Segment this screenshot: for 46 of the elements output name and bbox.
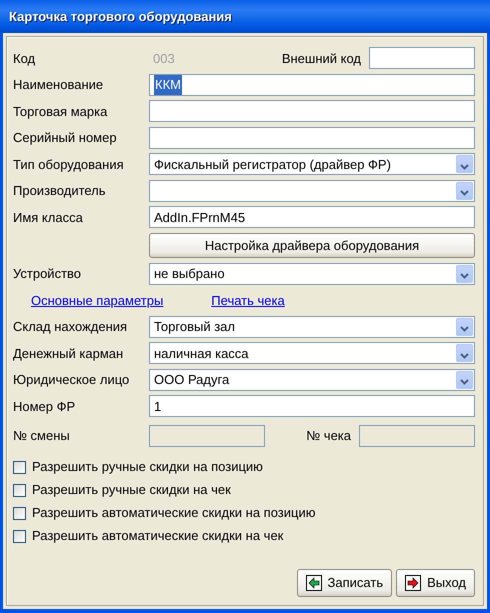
input-field[interactable]: AddIn.FPrnM45 [149, 206, 475, 228]
dropdown-field[interactable] [149, 180, 475, 202]
field-label: Наименование [13, 76, 104, 94]
field-label: Юридическое лицо [13, 371, 130, 389]
field-label: Склад нахождения [13, 318, 128, 336]
checkbox[interactable] [13, 530, 26, 542]
dropdown-field[interactable]: не выбрано [149, 262, 475, 285]
checkbox-label: Разрешить автоматические скидки на чек [32, 527, 284, 546]
checkbox[interactable] [13, 484, 26, 496]
field-label: Серийный номер [13, 129, 118, 147]
dropdown-field[interactable]: Фискальный регистратор (драйвер ФР) [149, 153, 475, 176]
input-field[interactable] [359, 424, 475, 446]
save-button[interactable]: Записать [296, 569, 392, 597]
field-label: № смены [13, 426, 71, 445]
checkbox[interactable] [13, 506, 26, 520]
field-label: Код [13, 50, 36, 68]
field-label: № чека [306, 426, 351, 445]
save-arrow-icon [306, 575, 322, 591]
field-label: Производитель [13, 182, 107, 200]
checkbox-label: Разрешить автоматические скидки на позицию [32, 504, 316, 522]
field-label: Имя класса [13, 208, 84, 226]
dropdown-field[interactable]: наличная касса [149, 342, 475, 364]
input-field[interactable] [149, 126, 475, 149]
field-label: Денежный карман [13, 344, 124, 363]
checkbox-label: Разрешить ручные скидки на чек [32, 481, 231, 500]
window-title: Карточка торгового оборудования [9, 8, 232, 26]
driver-settings-button[interactable]: Настройка драйвера оборудования [149, 233, 475, 258]
input-field[interactable] [369, 47, 475, 70]
field-label: Номер ФР [13, 398, 76, 416]
field-label: Устройство [13, 265, 82, 283]
code-value: 003 [152, 50, 176, 68]
checkbox[interactable] [13, 460, 26, 474]
tab-link[interactable]: Основные параметры [31, 290, 164, 310]
input-field[interactable]: 1 [149, 395, 475, 418]
checkbox-label: Разрешить ручные скидки на позицию [32, 458, 263, 476]
dropdown-field[interactable]: ООО Радуга [149, 368, 475, 391]
field-label: Тип оборудования [13, 156, 125, 174]
exit-arrow-icon [405, 575, 422, 591]
input-field[interactable] [149, 424, 265, 446]
dropdown-field[interactable]: Торговый зал [149, 316, 475, 338]
tab-link[interactable]: Печать чека [211, 290, 285, 310]
input-field[interactable]: ККМ [149, 74, 475, 96]
exit-button[interactable]: Выход [396, 569, 475, 597]
input-field[interactable] [149, 100, 475, 122]
field-label: Внешний код [282, 50, 361, 68]
field-label: Торговая марка [13, 102, 108, 121]
